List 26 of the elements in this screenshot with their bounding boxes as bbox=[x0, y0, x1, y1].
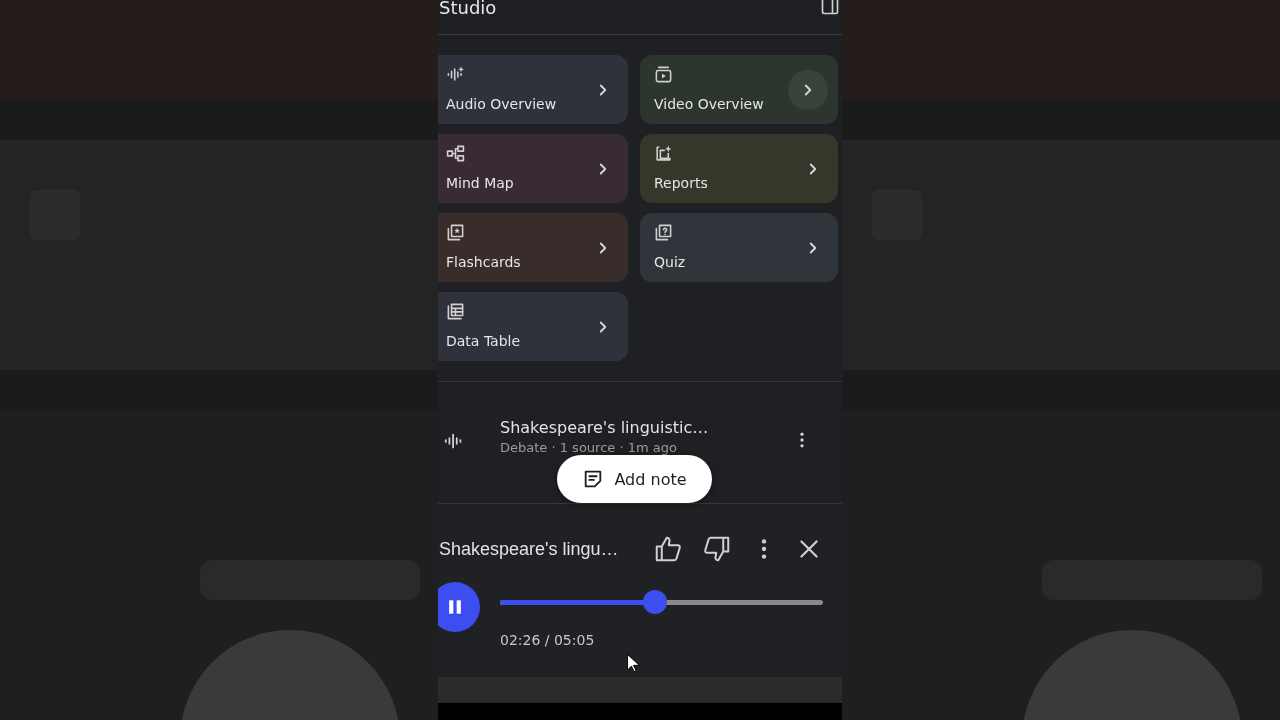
pause-button[interactable] bbox=[438, 582, 480, 632]
note-subtitle: Debate · 1 source · 1m ago bbox=[500, 440, 678, 455]
studio-tile[interactable]: Flashcards bbox=[438, 213, 628, 282]
studio-tile[interactable]: Video Overview bbox=[640, 55, 838, 124]
seek-slider[interactable] bbox=[500, 590, 823, 614]
mind-map-icon bbox=[446, 144, 465, 163]
studio-tile[interactable]: Quiz bbox=[640, 213, 838, 282]
video-stack-icon bbox=[654, 65, 673, 84]
sparkle-waveform-icon bbox=[446, 65, 465, 84]
note-title[interactable]: Shakespeare's linguistic… bbox=[500, 418, 792, 437]
panel-toggle-icon[interactable] bbox=[820, 0, 840, 16]
mouse-cursor-icon bbox=[626, 653, 640, 673]
table-icon bbox=[446, 302, 465, 321]
add-note-button[interactable]: Add note bbox=[557, 455, 712, 503]
studio-tile[interactable]: Data Table bbox=[438, 292, 628, 361]
card-stack-icon bbox=[446, 223, 465, 242]
studio-tile[interactable]: Mind Map bbox=[438, 134, 628, 203]
panel-title: Studio bbox=[439, 0, 497, 19]
sparkle-document-icon bbox=[654, 144, 673, 163]
playback-time: 02:26 / 05:05 bbox=[500, 632, 596, 648]
thumbs-down-icon[interactable] bbox=[702, 534, 732, 564]
studio-tile[interactable]: Reports bbox=[640, 134, 838, 203]
player-title: Shakespeare's lingu… bbox=[439, 538, 620, 560]
thumbs-up-icon[interactable] bbox=[653, 534, 683, 564]
studio-tile[interactable]: Audio Overview bbox=[438, 55, 628, 124]
question-cards-icon bbox=[654, 223, 673, 242]
